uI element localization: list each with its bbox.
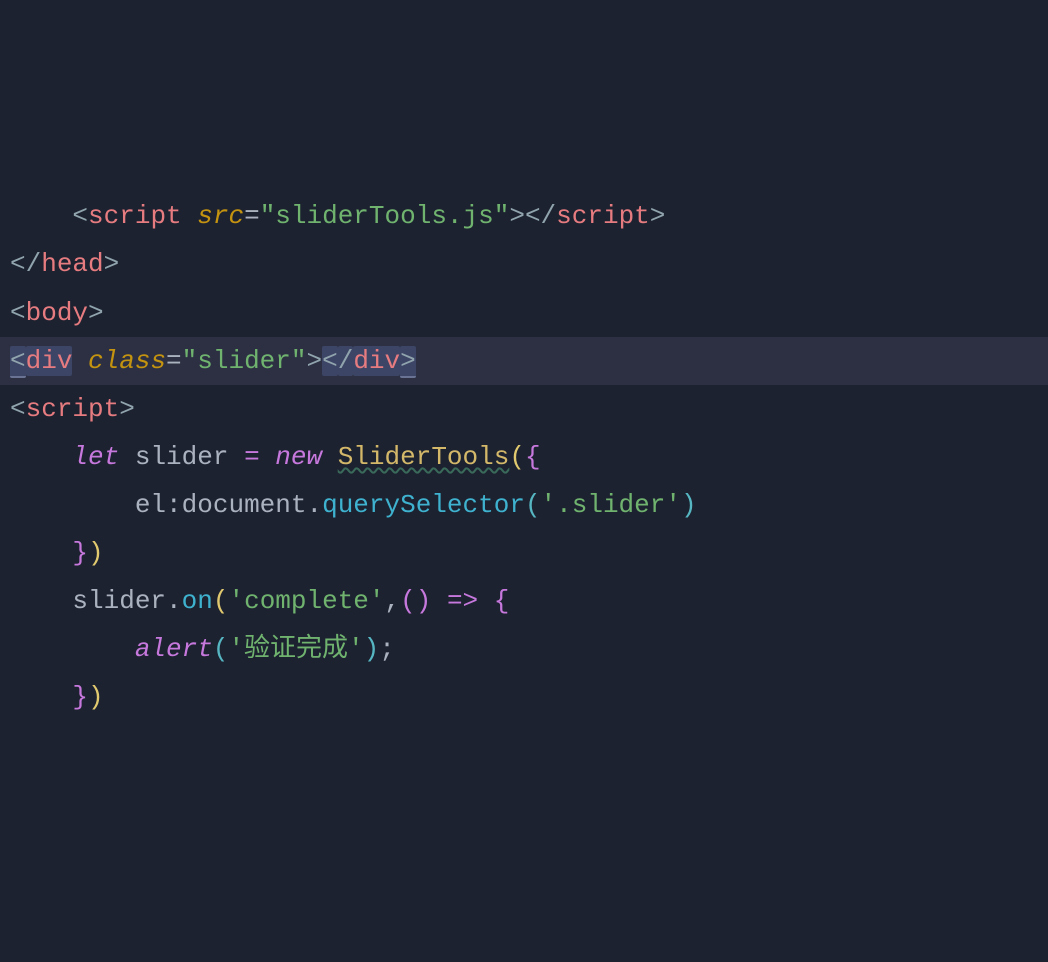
code-token: = <box>166 346 182 376</box>
code-line[interactable]: }) <box>0 673 1048 721</box>
code-token <box>260 442 276 472</box>
code-token <box>72 346 88 376</box>
code-token: : <box>166 490 182 520</box>
code-token: / <box>338 346 354 376</box>
code-token: < <box>525 201 541 231</box>
code-line[interactable]: slider.on('complete',() => { <box>0 577 1048 625</box>
code-token: < <box>10 346 26 378</box>
code-token: > <box>650 201 666 231</box>
code-line[interactable]: <script> <box>0 385 1048 433</box>
code-token: ; <box>379 634 395 664</box>
code-token: / <box>26 249 42 279</box>
code-token: ( <box>509 442 525 472</box>
code-token: , <box>385 586 401 616</box>
code-token: => <box>447 586 478 616</box>
code-token: script <box>88 201 182 231</box>
code-token: > <box>306 346 322 376</box>
code-token: on <box>182 586 213 616</box>
code-token: / <box>541 201 557 231</box>
code-token: el <box>135 490 166 520</box>
code-token: ) <box>416 586 432 616</box>
code-token: > <box>400 346 416 378</box>
code-line[interactable]: alert('验证完成'); <box>0 625 1048 673</box>
code-token: ) <box>681 490 697 520</box>
code-token: < <box>72 201 88 231</box>
code-token: slider <box>119 442 244 472</box>
code-line[interactable]: let slider = new SliderTools({ <box>0 433 1048 481</box>
code-token: new <box>275 442 322 472</box>
code-token: class <box>88 346 166 376</box>
code-token: '.slider' <box>541 490 681 520</box>
code-line[interactable]: </head> <box>0 240 1048 288</box>
code-token: < <box>10 298 26 328</box>
code-token: } <box>72 682 88 712</box>
code-token: ) <box>88 538 104 568</box>
code-token: > <box>509 201 525 231</box>
code-token: div <box>353 346 400 376</box>
code-token: } <box>72 538 88 568</box>
code-token: . <box>306 490 322 520</box>
code-token: src <box>197 201 244 231</box>
code-token: ( <box>525 490 541 520</box>
code-token: querySelector <box>322 490 525 520</box>
code-token <box>322 442 338 472</box>
code-token <box>431 586 447 616</box>
code-token: < <box>10 394 26 424</box>
code-token: div <box>26 346 73 376</box>
code-token: "sliderTools.js" <box>260 201 510 231</box>
code-token: > <box>104 249 120 279</box>
code-token: script <box>26 394 120 424</box>
code-editor[interactable]: <script src="sliderTools.js"></script></… <box>0 192 1048 721</box>
code-token: ( <box>213 634 229 664</box>
code-token: 'complete' <box>228 586 384 616</box>
code-token: ) <box>88 682 104 712</box>
code-token: ( <box>213 586 229 616</box>
code-token: "slider" <box>182 346 307 376</box>
code-line[interactable]: <body> <box>0 289 1048 337</box>
code-token <box>478 586 494 616</box>
code-token: { <box>494 586 510 616</box>
code-token: < <box>10 249 26 279</box>
code-token: . <box>166 586 182 616</box>
code-line[interactable]: el:document.querySelector('.slider') <box>0 481 1048 529</box>
code-token: = <box>244 442 260 472</box>
code-line[interactable]: <div class="slider"></div> <box>0 337 1048 385</box>
code-token: > <box>119 394 135 424</box>
code-token: SliderTools <box>338 442 510 472</box>
code-line[interactable]: <script src="sliderTools.js"></script> <box>0 192 1048 240</box>
code-token: ( <box>400 586 416 616</box>
code-token: > <box>88 298 104 328</box>
code-token: body <box>26 298 88 328</box>
code-line[interactable]: }) <box>0 529 1048 577</box>
code-token: document <box>182 490 307 520</box>
code-token: '验证完成' <box>228 634 363 664</box>
code-token: head <box>41 249 103 279</box>
code-token: let <box>72 442 119 472</box>
code-token: slider <box>72 586 166 616</box>
code-token <box>182 201 198 231</box>
code-token: { <box>525 442 541 472</box>
code-token: alert <box>135 634 213 664</box>
code-token: ) <box>364 634 380 664</box>
code-token: = <box>244 201 260 231</box>
code-token: script <box>556 201 650 231</box>
code-token: < <box>322 346 338 376</box>
